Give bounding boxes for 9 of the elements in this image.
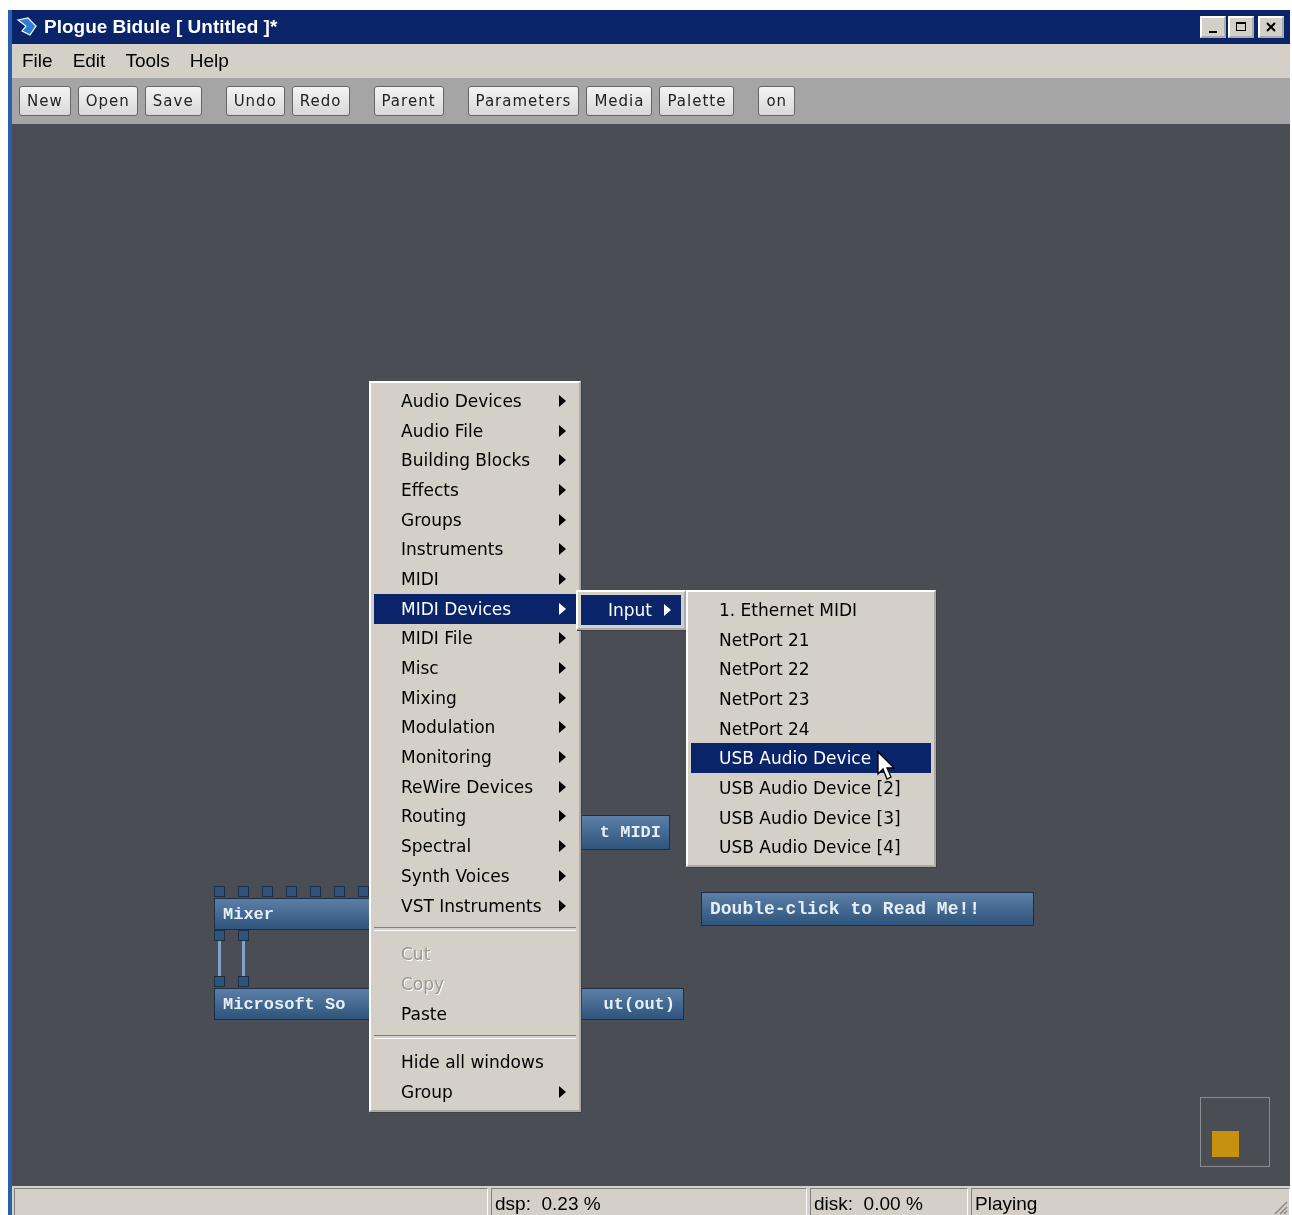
status-field: Playing: [971, 1188, 1290, 1215]
window-title: Plogue Bidule [ Untitled ]*: [44, 16, 279, 38]
status-field: dsp: 0.23 %: [491, 1188, 807, 1215]
node-label: Mixer: [223, 904, 274, 924]
node-label: ut(out): [603, 994, 675, 1014]
status-field: disk: 0.00 %: [810, 1188, 968, 1215]
node-label: Microsoft So: [223, 994, 346, 1014]
node-label: t MIDI: [599, 823, 661, 842]
node-label: Double-click to Read Me!!: [710, 899, 981, 919]
